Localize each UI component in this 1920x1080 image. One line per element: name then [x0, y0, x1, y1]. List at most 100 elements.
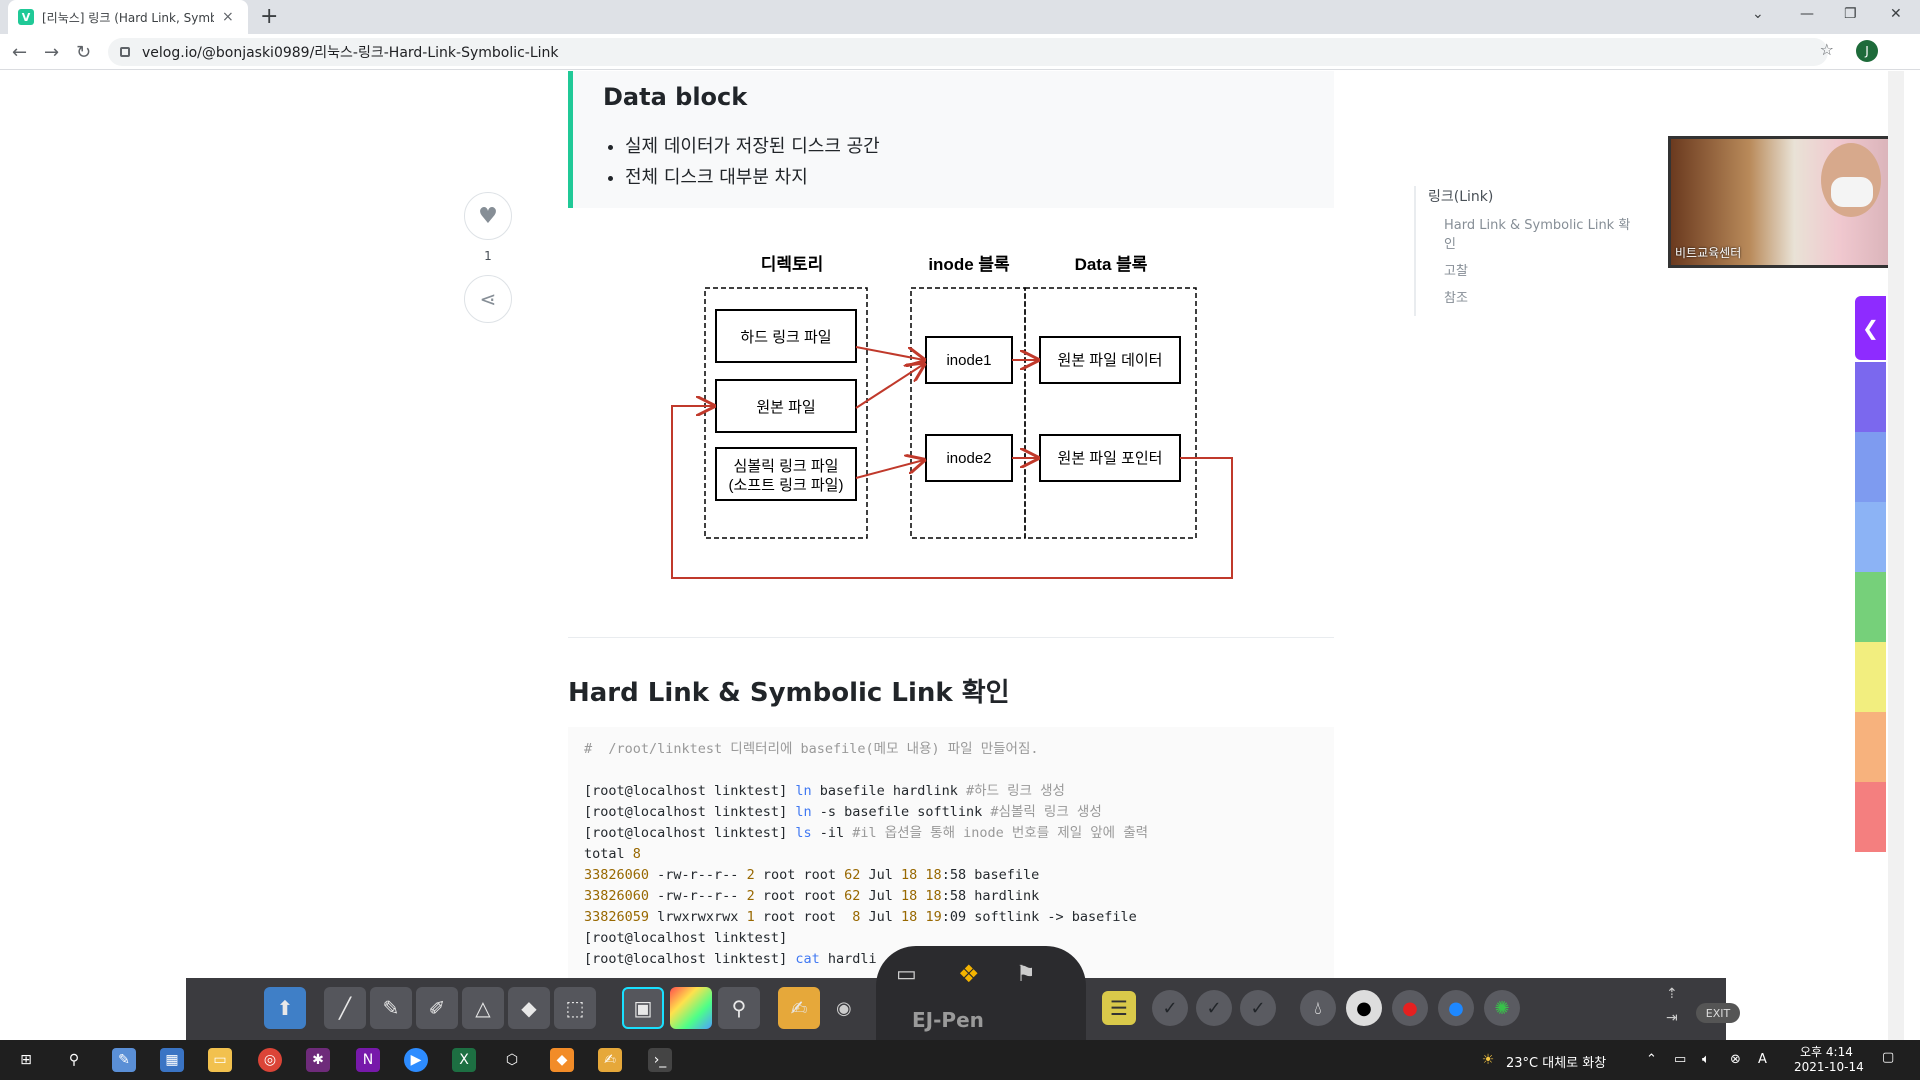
address-bar[interactable]: velog.io/@bonjaski0989/리눅스-링크-Hard-Link-…: [108, 38, 1828, 66]
zoom-icon[interactable]: ▶: [404, 1048, 428, 1072]
whiteboard-icon[interactable]: ▭: [896, 962, 917, 987]
notification-icon[interactable]: ▢: [1882, 1050, 1894, 1065]
webcam-overlay[interactable]: 비트교육센터: [1668, 136, 1898, 268]
pen-brush-icon[interactable]: ✐: [416, 987, 458, 1029]
clock-date[interactable]: 2021-10-14: [1794, 1060, 1864, 1074]
color-tab-yellow[interactable]: [1855, 642, 1886, 712]
code-cmd: ln: [795, 783, 812, 799]
close-window-icon[interactable]: ✕: [1890, 6, 1902, 22]
app-calculator-icon[interactable]: ▦: [160, 1048, 184, 1072]
onenote-icon[interactable]: N: [356, 1048, 380, 1072]
browser-tab[interactable]: V [리눅스] 링크 (Hard Link, Symbolic Link) ×: [8, 0, 248, 34]
share-button[interactable]: ⋖: [464, 275, 512, 323]
exit-button[interactable]: EXIT: [1696, 1003, 1740, 1023]
select-area-icon[interactable]: ⬚: [554, 987, 596, 1029]
original-data-label: 원본 파일 데이터: [1058, 352, 1163, 369]
network-icon[interactable]: ▭: [1674, 1052, 1686, 1067]
code-perm: -rw-r--r--: [649, 888, 747, 904]
eraser-icon[interactable]: ◆: [508, 987, 550, 1029]
forward-icon[interactable]: →: [44, 42, 59, 63]
inode-group: [910, 287, 1026, 539]
toolbar-expand-icon[interactable]: ⇥: [1666, 1010, 1678, 1026]
back-icon[interactable]: ←: [12, 42, 27, 63]
windows-logo-icon[interactable]: ❖: [958, 960, 980, 988]
color-tab-purple[interactable]: [1855, 362, 1886, 432]
ink-multicolor-icon[interactable]: ✺: [1484, 990, 1520, 1026]
code-inode: 33826060: [584, 888, 650, 904]
code-day: 18: [901, 888, 918, 904]
profile-avatar[interactable]: J: [1856, 40, 1878, 62]
code-file: :09 softlink -> basefile: [941, 909, 1137, 925]
terminal-icon[interactable]: ›_: [648, 1048, 672, 1072]
file-explorer-icon[interactable]: ▭: [208, 1048, 232, 1072]
toc-item-review[interactable]: 고찰: [1444, 262, 1634, 281]
volume-icon[interactable]: 🔈︎: [1702, 1052, 1710, 1067]
restore-icon[interactable]: ❐: [1844, 6, 1857, 22]
hardlink-label: 하드 링크 파일: [740, 329, 831, 346]
save-board-icon[interactable]: ⬆: [264, 987, 306, 1029]
tab-search-icon[interactable]: ⌄: [1752, 6, 1764, 22]
ink-blue-icon[interactable]: ●: [1438, 990, 1474, 1026]
color-palette-icon[interactable]: [670, 987, 712, 1029]
color-tab-red[interactable]: [1855, 782, 1886, 852]
shape-tool-icon[interactable]: △: [462, 987, 504, 1029]
screen-board-icon[interactable]: ▣: [622, 987, 664, 1029]
close-tab-icon[interactable]: ×: [222, 9, 234, 25]
toc-item-link[interactable]: 링크(Link): [1428, 186, 1634, 206]
eye-icon[interactable]: ◉: [836, 998, 852, 1019]
page-content: Data block 실제 데이터가 저장된 디스크 공간 전체 디스크 대부분…: [0, 71, 1888, 1041]
ej-pen-taskbar-icon[interactable]: ✍: [598, 1048, 622, 1072]
clock-time[interactable]: 오후 4:14: [1800, 1043, 1853, 1060]
ink-black-icon[interactable]: ●: [1346, 990, 1382, 1026]
toolbar-up-icon[interactable]: ⇡: [1666, 986, 1678, 1002]
color-tab-green[interactable]: [1855, 572, 1886, 642]
search-icon[interactable]: ⚲: [62, 1048, 86, 1072]
weather-sun-icon: ☀: [1481, 1052, 1495, 1068]
ime-indicator[interactable]: A: [1758, 1052, 1767, 1067]
pen-marker-icon[interactable]: ✎: [370, 987, 412, 1029]
tray-chevron-icon[interactable]: ⌃: [1646, 1052, 1657, 1067]
tab-title: [리눅스] 링크 (Hard Link, Symbolic Link): [42, 10, 214, 25]
list-item: 실제 데이터가 저장된 디스크 공간: [625, 131, 1304, 162]
reload-icon[interactable]: ↻: [76, 42, 91, 63]
checklist-icon[interactable]: ☰: [1102, 991, 1136, 1025]
data-block-quote: Data block 실제 데이터가 저장된 디스크 공간 전체 디스크 대부분…: [568, 71, 1334, 208]
webcam-label: 비트교육센터: [1675, 246, 1742, 260]
like-button[interactable]: ♥: [464, 192, 512, 240]
slack-icon[interactable]: ✱: [306, 1048, 330, 1072]
code-hour: 19: [917, 909, 942, 925]
check-medium-icon[interactable]: ✓: [1196, 990, 1232, 1026]
color-tab-lightblue[interactable]: [1855, 502, 1886, 572]
check-thin-icon[interactable]: ✓: [1152, 990, 1188, 1026]
app-cube-icon[interactable]: ⬡: [500, 1048, 524, 1072]
windows-start-icon[interactable]: ⊞: [14, 1048, 38, 1072]
code-cmd: ln: [795, 804, 812, 820]
page-scrollbar[interactable]: [1888, 71, 1904, 1041]
code-owner: root root: [754, 867, 845, 883]
inode2-label: inode2: [946, 450, 991, 467]
color-tab-blue[interactable]: [1855, 432, 1886, 502]
pen-thin-icon[interactable]: ╱: [324, 987, 366, 1029]
toc-item-reference[interactable]: 참조: [1444, 289, 1634, 308]
color-tab-orange[interactable]: [1855, 712, 1886, 782]
excel-icon[interactable]: X: [452, 1048, 476, 1072]
ink-white-icon[interactable]: 💧︎: [1300, 990, 1336, 1026]
app-notepad-icon[interactable]: ✎: [112, 1048, 136, 1072]
minimize-icon[interactable]: —: [1800, 6, 1814, 22]
vpn-icon[interactable]: ⊗: [1730, 1052, 1741, 1067]
code-args: hardli: [819, 951, 877, 967]
weather-text[interactable]: 23°C 대체로 화창: [1506, 1052, 1606, 1071]
new-tab-button[interactable]: +: [260, 4, 278, 29]
notes-icon[interactable]: ✍: [778, 987, 820, 1029]
bookmark-star-icon[interactable]: ☆: [1820, 40, 1834, 59]
chrome-icon[interactable]: ◎: [258, 1048, 282, 1072]
presenter-icon[interactable]: ⚑: [1016, 962, 1036, 987]
code-month: Jul: [860, 909, 902, 925]
ink-red-icon[interactable]: ●: [1392, 990, 1428, 1026]
app-orange-icon[interactable]: ◆: [550, 1048, 574, 1072]
collapse-panel-icon[interactable]: ❮: [1855, 296, 1886, 360]
toc-item-hard-symbolic[interactable]: Hard Link & Symbolic Link 확인: [1444, 216, 1634, 254]
magnifier-icon[interactable]: ⚲: [718, 987, 760, 1029]
url-text[interactable]: velog.io/@bonjaski0989/리눅스-링크-Hard-Link-…: [142, 42, 559, 62]
check-thick-icon[interactable]: ✓: [1240, 990, 1276, 1026]
